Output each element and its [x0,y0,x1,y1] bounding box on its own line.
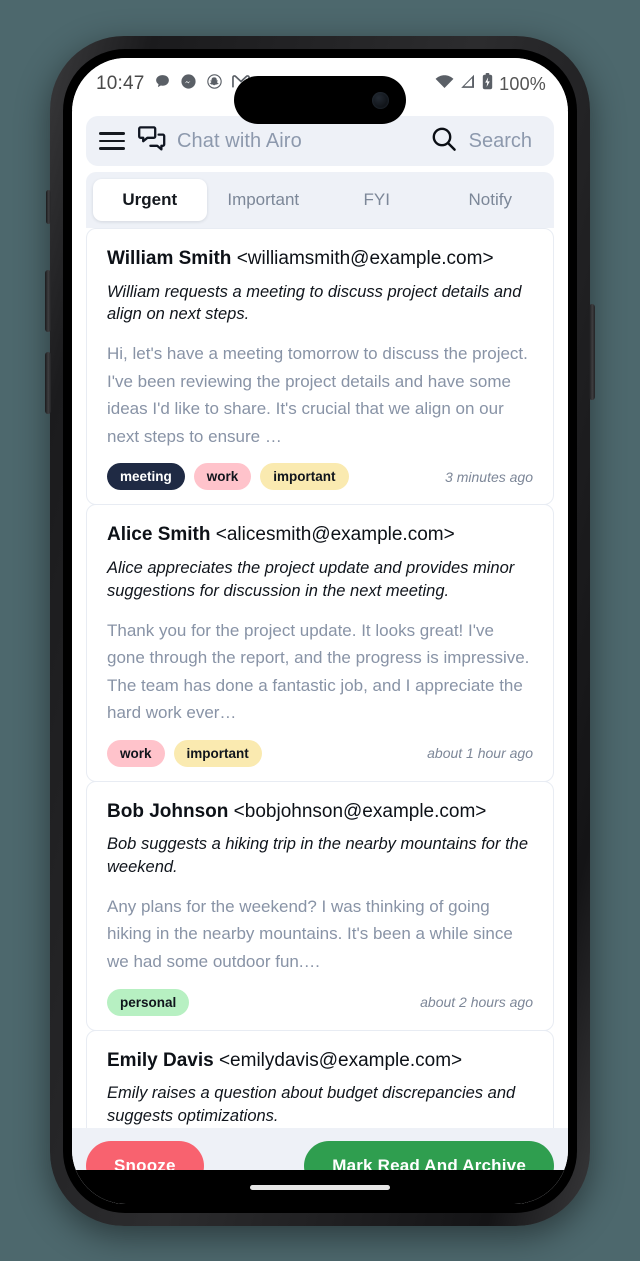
category-tab-bar: Urgent Important FYI Notify [86,172,554,228]
volume-up-button[interactable] [45,270,51,332]
email-summary: Bob suggests a hiking trip in the nearby… [107,835,528,877]
hamburger-menu-button[interactable] [86,116,138,166]
email-footer: work important about 1 hour ago [107,739,533,767]
email-tag-row: personal [107,988,190,1016]
tab-fyi[interactable]: FYI [320,179,434,221]
messenger-icon [180,73,197,95]
email-tag[interactable]: work [107,739,165,767]
email-sender-line: Emily Davis <emilydavis@example.com> [107,1049,533,1074]
tab-urgent[interactable]: Urgent [93,179,207,221]
search-placeholder: Search [468,129,532,152]
phone-frame: 10:47 100% Chat with Airo Search Urgent … [45,36,595,1226]
status-bar-left: 10:47 [96,73,250,95]
email-sender-address: <williamsmith@example.com> [236,248,494,269]
email-timestamp: 3 minutes ago [445,468,533,485]
email-sender-name: William Smith [107,248,232,269]
email-sender-address: <alicesmith@example.com> [215,524,455,546]
search-field[interactable]: Search [431,116,554,166]
email-snippet: Thank you for the project update. It loo… [107,620,530,723]
email-snippet: Hi, let's have a meeting tomorrow to dis… [107,344,528,446]
hamburger-menu-icon [99,132,125,150]
home-indicator-area [72,1170,568,1204]
status-bar-right: 100% [435,73,546,95]
cellular-signal-icon [460,74,476,94]
battery-charging-icon [482,73,493,95]
snapchat-icon [206,73,223,95]
email-card[interactable]: William Smith <williamsmith@example.com>… [86,228,554,506]
email-sender-address: <bobjohnson@example.com> [233,800,487,822]
email-card[interactable]: Alice Smith <alicesmith@example.com> Alic… [86,504,554,782]
chat-with-airo-label: Chat with Airo [177,129,302,152]
tab-notify[interactable]: Notify [434,179,548,221]
wifi-icon [435,74,454,94]
email-sender-line: William Smith <williamsmith@example.com> [107,247,533,272]
status-bar-clock: 10:47 [96,73,145,94]
email-sender-line: Alice Smith <alicesmith@example.com> [107,523,533,548]
search-icon [431,126,457,157]
dynamic-island [234,76,406,124]
email-snippet: Any plans for the weekend? I was thinkin… [107,896,513,971]
home-indicator[interactable] [250,1184,390,1190]
email-tag[interactable]: personal [107,988,190,1016]
email-sender-name: Bob Johnson [107,800,229,822]
email-sender-line: Bob Johnson <bobjohnson@example.com> [107,800,533,825]
email-timestamp: about 2 hours ago [420,994,533,1010]
email-tag[interactable]: important [260,463,349,491]
email-card[interactable]: Bob Johnson <bobjohnson@example.com> Bob … [86,780,554,1031]
front-camera-icon [372,91,389,109]
chat-bubbles-icon [138,126,166,156]
email-tag-row: work important [107,739,262,767]
speech-bubble-icon [154,73,171,95]
email-footer: personal about 2 hours ago [107,988,533,1016]
email-tag-row: meeting work important [107,463,349,491]
silence-switch[interactable] [46,190,51,224]
battery-percentage: 100% [499,73,546,94]
email-sender-address: <emilydavis@example.com> [218,1049,463,1071]
power-button[interactable] [589,304,595,400]
email-footer: meeting work important 3 minutes ago [107,463,533,491]
email-sender-name: Emily Davis [107,1049,214,1071]
phone-bezel: 10:47 100% Chat with Airo Search Urgent … [63,49,577,1213]
email-tag[interactable]: meeting [107,463,185,491]
tab-important[interactable]: Important [207,179,321,221]
email-sender-name: Alice Smith [107,524,211,546]
email-summary: Alice appreciates the project update and… [107,559,515,600]
email-tag[interactable]: important [173,739,262,767]
volume-down-button[interactable] [45,352,51,414]
email-summary: Emily raises a question about budget dis… [107,1084,516,1125]
phone-screen: 10:47 100% Chat with Airo Search Urgent … [72,58,568,1204]
email-tag[interactable]: work [193,463,252,491]
email-summary: William requests a meeting to discuss pr… [107,282,522,324]
email-list[interactable]: William Smith <williamsmith@example.com>… [86,228,554,1170]
email-timestamp: about 1 hour ago [427,745,533,762]
